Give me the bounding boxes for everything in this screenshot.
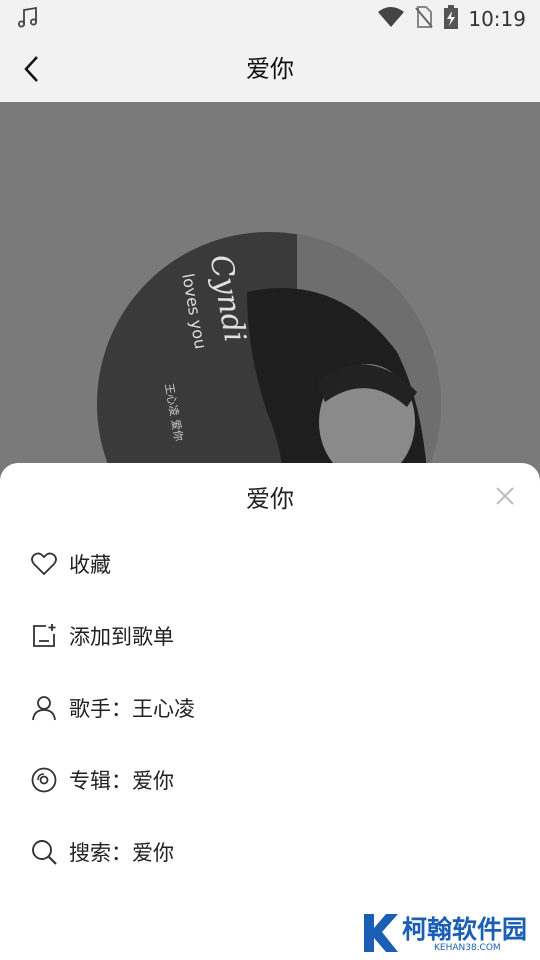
battery-charging-icon: [444, 5, 459, 33]
watermark-domain: KEHAN38.COM: [434, 943, 501, 953]
wifi-icon: [378, 6, 405, 32]
close-icon[interactable]: [494, 485, 516, 507]
album-disc-icon: [30, 766, 58, 794]
person-icon: [30, 694, 58, 722]
page-title: 爱你: [246, 55, 294, 83]
menu-item-favorite[interactable]: 收藏: [0, 536, 540, 592]
k-logo-icon: [360, 910, 400, 956]
no-sim-icon: [414, 5, 434, 33]
menu-item-album[interactable]: 专辑：爱你: [0, 752, 540, 808]
clock: 10:19: [468, 7, 526, 31]
menu-item-add-to-playlist[interactable]: 添加到歌单: [0, 608, 540, 664]
app-header: 爱你: [0, 36, 540, 102]
menu-item-label: 收藏: [69, 553, 111, 577]
menu-item-label: 专辑：爱你: [69, 769, 174, 793]
menu-item-label: 添加到歌单: [69, 625, 174, 649]
menu-item-label: 歌手：王心凌: [69, 697, 195, 721]
menu-item-search[interactable]: 搜索：爱你: [0, 824, 540, 880]
bottom-sheet: 爱你 收藏 添加到歌单 歌手：王心凌 专辑：爱你 搜索：爱你: [0, 463, 540, 960]
status-bar: 10:19: [0, 0, 540, 36]
watermark-logo: 柯翰软件园 KEHAN38.COM: [360, 910, 530, 956]
music-note-icon: [16, 6, 40, 34]
menu-item-artist[interactable]: 歌手：王心凌: [0, 680, 540, 736]
search-icon: [30, 838, 58, 866]
menu-item-label: 搜索：爱你: [69, 841, 174, 865]
add-to-playlist-icon: [30, 622, 58, 650]
sheet-title: 爱你: [246, 485, 294, 513]
watermark-name: 柯翰软件园: [402, 915, 528, 944]
heart-icon: [30, 550, 58, 578]
